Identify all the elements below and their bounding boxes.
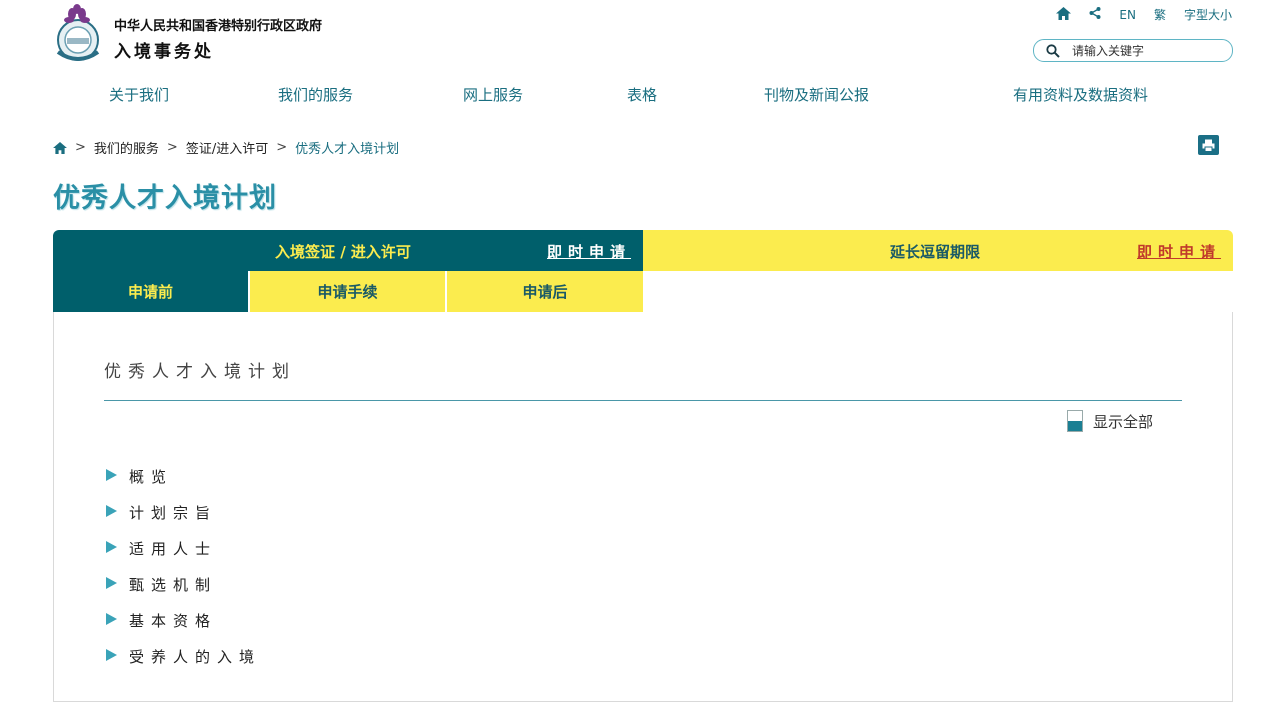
nav-our-services[interactable]: 我们的服务 bbox=[278, 84, 353, 105]
expand-all-icon bbox=[1067, 410, 1083, 432]
section-title: 优秀人才入境计划 bbox=[104, 362, 296, 382]
accordion-item-label: 基本资格 bbox=[129, 612, 218, 630]
print-button[interactable] bbox=[1198, 135, 1219, 155]
accordion-item-basic-eligibility[interactable]: 基本资格 bbox=[106, 610, 217, 631]
extension-apply-now-link[interactable]: 即时申请 bbox=[1137, 241, 1221, 262]
accordion-item-applicable-persons[interactable]: 适用人士 bbox=[106, 538, 217, 559]
accordion-item-dependants[interactable]: 受养人的入境 bbox=[106, 646, 261, 667]
subtab-application-procedure[interactable]: 申请手续 bbox=[250, 271, 445, 312]
breadcrumb-separator: > bbox=[166, 140, 178, 155]
breadcrumb-home-icon[interactable] bbox=[53, 141, 67, 154]
tab-visa[interactable]: 入境签证 / 进入许可 即时申请 bbox=[53, 230, 643, 271]
subtab-after-application[interactable]: 申请后 bbox=[447, 271, 643, 312]
search-icon[interactable] bbox=[1046, 43, 1060, 58]
tab-visa-label: 入境签证 / 进入许可 bbox=[275, 243, 411, 261]
lang-trad-link[interactable]: 繁 bbox=[1154, 6, 1166, 23]
breadcrumb-visa[interactable]: 签证/进入许可 bbox=[186, 138, 268, 157]
show-all-label: 显示全部 bbox=[1093, 412, 1154, 431]
accordion-item-label: 概览 bbox=[129, 468, 174, 486]
lang-en-link[interactable]: EN bbox=[1119, 8, 1136, 22]
accordion-item-label: 适用人士 bbox=[129, 540, 218, 558]
visa-apply-now-link[interactable]: 即时申请 bbox=[547, 241, 631, 262]
top-links: EN 繁 字型大小 bbox=[1056, 6, 1232, 23]
tab-extension[interactable]: 延长逗留期限 即时申请 bbox=[643, 230, 1233, 271]
accordion-item-overview[interactable]: 概览 bbox=[106, 466, 173, 487]
home-icon[interactable] bbox=[1056, 6, 1072, 23]
nav-about-us[interactable]: 关于我们 bbox=[109, 84, 169, 105]
search-box bbox=[1033, 39, 1233, 62]
tab-extension-label: 延长逗留期限 bbox=[890, 243, 981, 261]
section-divider bbox=[104, 400, 1182, 401]
search-input[interactable] bbox=[1070, 42, 1224, 59]
expand-triangle-icon bbox=[106, 468, 117, 481]
accordion-item-label: 甄选机制 bbox=[129, 576, 218, 594]
print-icon bbox=[1202, 139, 1215, 152]
font-size-link[interactable]: 字型大小 bbox=[1184, 6, 1232, 23]
nav-useful-info[interactable]: 有用资料及数据资料 bbox=[1013, 84, 1148, 105]
hkid-logo[interactable] bbox=[52, 4, 104, 66]
accordion-item-label: 计划宗旨 bbox=[129, 504, 218, 522]
department-name[interactable]: 入境事务处 bbox=[114, 37, 214, 62]
government-name: 中华人民共和国香港特别行政区政府 bbox=[114, 19, 323, 34]
breadcrumb-separator: > bbox=[75, 140, 86, 155]
breadcrumb-current: 优秀人才入境计划 bbox=[295, 142, 400, 157]
page-title: 优秀人才入境计划 bbox=[53, 183, 277, 214]
share-icon[interactable] bbox=[1089, 7, 1101, 22]
breadcrumb: > 我们的服务 > 签证/进入许可 > 优秀人才入境计划 bbox=[53, 138, 399, 157]
expand-triangle-icon bbox=[106, 612, 117, 625]
nav-publications[interactable]: 刊物及新闻公报 bbox=[764, 84, 869, 105]
nav-online-services[interactable]: 网上服务 bbox=[463, 84, 523, 105]
accordion-item-selection-mechanism[interactable]: 甄选机制 bbox=[106, 574, 217, 595]
breadcrumb-our-services[interactable]: 我们的服务 bbox=[94, 138, 159, 157]
subtab-before-application[interactable]: 申请前 bbox=[53, 271, 248, 312]
expand-triangle-icon bbox=[106, 576, 117, 589]
accordion-item-label: 受养人的入境 bbox=[129, 648, 262, 666]
accordion-item-objective[interactable]: 计划宗旨 bbox=[106, 502, 217, 523]
expand-triangle-icon bbox=[106, 540, 117, 553]
expand-triangle-icon bbox=[106, 648, 117, 661]
expand-triangle-icon bbox=[106, 504, 117, 517]
show-all-toggle[interactable]: 显示全部 bbox=[1067, 410, 1153, 432]
breadcrumb-separator: > bbox=[276, 140, 288, 155]
nav-forms[interactable]: 表格 bbox=[627, 84, 657, 105]
